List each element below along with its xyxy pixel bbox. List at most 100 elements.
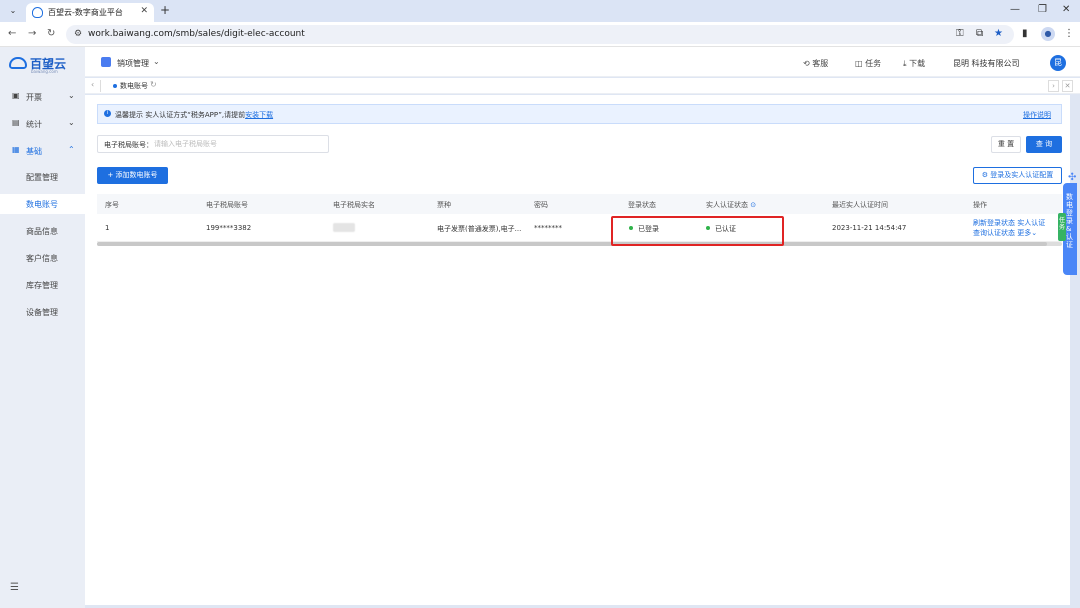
sidebar-group-label: 开票 (26, 93, 42, 102)
sidebar-item-inventory[interactable]: 库存管理 (0, 275, 85, 295)
status-highlight-box (611, 216, 784, 246)
chevron-right-icon[interactable]: › (1048, 80, 1059, 92)
address-bar: ← → ↻ ⚙ work.baiwang.com/smb/sales/digit… (0, 22, 1080, 47)
back-icon[interactable]: ← (8, 28, 16, 39)
avatar[interactable]: 昆 (1050, 55, 1066, 71)
chevron-down-icon[interactable]: ⌄ (153, 57, 160, 66)
notice-text: 温馨提示 实人认证方式“税务APP”,请提前安装下载 (115, 110, 273, 120)
col-realname: 电子税局实名 (333, 201, 375, 209)
sidebar-group-basic[interactable]: ▦ 基础 ⌃ (0, 142, 85, 160)
add-account-button[interactable]: + 添加数电账号 (97, 167, 168, 184)
main-content: i 温馨提示 实人认证方式“税务APP”,请提前安装下载 操作说明 电子税局账号… (85, 95, 1070, 605)
sidebar-item-devices[interactable]: 设备管理 (0, 302, 85, 322)
col-auth-status-label: 实人认证状态 (706, 201, 748, 209)
info-icon: i (104, 110, 111, 117)
sidebar-item-config[interactable]: 配置管理 (0, 167, 85, 187)
bookmark-star-icon[interactable]: ★ (994, 28, 1003, 39)
sidebar-item-digital-account[interactable]: 数电账号 (0, 194, 85, 214)
restore-icon[interactable]: ❐ (1038, 4, 1047, 15)
drag-move-icon[interactable]: ✣ (1068, 172, 1076, 183)
refresh-icon[interactable]: ↻ (150, 80, 157, 89)
reload-icon[interactable]: ↻ (47, 28, 55, 39)
chevron-up-icon: ⌃ (68, 145, 75, 154)
chevron-left-icon[interactable]: ‹ (91, 80, 101, 92)
module-switcher[interactable]: 销项管理 (117, 58, 149, 69)
cell-invoice-type: 电子发票(普通发票),电子... (437, 225, 522, 233)
sidebar-item-label: 数电账号 (26, 200, 58, 209)
notice-banner: i 温馨提示 实人认证方式“税务APP”,请提前安装下载 操作说明 (97, 104, 1062, 124)
new-tab-icon[interactable]: + (158, 4, 172, 18)
forward-icon[interactable]: → (28, 28, 36, 39)
reset-button[interactable]: 重 置 (991, 136, 1021, 153)
tasks-label: 任务 (865, 59, 882, 68)
sidebar: 百望云 baiwang.com ▣ 开票 ⌄ ▤ 统计 ⌄ ▦ 基础 ⌃ 配置管… (0, 47, 85, 608)
col-index: 序号 (105, 201, 119, 209)
cell-index: 1 (105, 224, 110, 232)
url-text[interactable]: work.baiwang.com/smb/sales/digit-elec-ac… (88, 29, 305, 39)
key-icon[interactable]: ⚿ (956, 28, 964, 39)
module-icon (101, 57, 111, 67)
logo-cloud-icon (9, 57, 27, 69)
col-last-auth-time: 最近实人认证时间 (832, 201, 888, 209)
sidebar-item-label: 配置管理 (26, 173, 58, 182)
sidebar-item-customers[interactable]: 客户信息 (0, 248, 85, 268)
more-link[interactable]: 更多⌄ (1017, 229, 1037, 237)
notice-body: 实人认证方式“税务APP”,请提前 (145, 111, 246, 119)
close-all-icon[interactable]: ✕ (1062, 80, 1073, 92)
refresh-login-link[interactable]: 刷新登录状态 (973, 219, 1015, 227)
notice-prefix: 温馨提示 (115, 111, 143, 119)
table-header: 序号 电子税局账号 电子税局实名 票种 密码 登录状态 实人认证状态 ⊙ 最近实… (97, 194, 1062, 214)
chart-icon: ▤ (12, 118, 20, 127)
service-label: 客服 (812, 59, 829, 68)
tab-search-icon[interactable]: ⌄ (6, 4, 20, 18)
company-name[interactable]: 昆明 科技有限公司 (953, 58, 1020, 69)
tab-digital-account[interactable]: 数电账号 (120, 81, 148, 91)
sidebar-item-label: 库存管理 (26, 281, 58, 290)
help-circle-icon[interactable]: ⊙ (750, 201, 756, 209)
tasks-link[interactable]: ◫ 任务 (855, 58, 881, 69)
browser-tab[interactable]: 百望云-数字商业平台 ✕ (26, 3, 154, 22)
download-link[interactable]: ⤓ 下载 (903, 58, 925, 69)
service-link[interactable]: ⟲ 客服 (803, 58, 828, 69)
floating-task-badge[interactable]: 任务 (1058, 213, 1066, 241)
real-auth-link[interactable]: 实人认证 (1017, 219, 1045, 227)
menu-kebab-icon[interactable]: ⋮ (1064, 28, 1074, 39)
horizontal-scrollbar[interactable] (97, 242, 1062, 246)
collapse-menu-icon[interactable]: ☰ (10, 582, 19, 593)
search-label: 电子税局账号： (104, 141, 153, 149)
favicon-icon (32, 7, 43, 18)
profile-icon[interactable]: ● (1041, 27, 1055, 41)
active-tab-dot (113, 84, 117, 88)
table-row: 1 199****3382 电子发票(普通发票),电子... ******** … (97, 214, 1062, 242)
close-icon[interactable]: ✕ (140, 6, 148, 16)
sidebar-item-label: 客户信息 (26, 254, 58, 263)
scrollbar-thumb[interactable] (97, 242, 1047, 246)
sidebar-item-label: 设备管理 (26, 308, 58, 317)
minimize-icon[interactable]: — (1010, 4, 1020, 15)
cell-last-auth-time: 2023-11-21 14:54:47 (832, 224, 907, 232)
help-link[interactable]: 操作说明 (1023, 110, 1051, 120)
query-auth-link[interactable]: 查询认证状态 (973, 229, 1015, 237)
sidebar-group-invoicing[interactable]: ▣ 开票 ⌄ (0, 88, 85, 106)
chevron-down-icon: ⌄ (1031, 229, 1038, 237)
col-login-status: 登录状态 (628, 201, 656, 209)
site-settings-icon[interactable]: ⚙ (74, 29, 82, 39)
sidebar-group-statistics[interactable]: ▤ 统计 ⌄ (0, 115, 85, 133)
account-search-input[interactable] (154, 138, 324, 150)
sidepanel-icon[interactable]: ▮ (1022, 28, 1028, 39)
col-account: 电子税局账号 (206, 201, 248, 209)
tab-title: 百望云-数字商业平台 (48, 8, 123, 17)
col-auth-status: 实人认证状态 ⊙ (706, 200, 756, 210)
window-close-icon[interactable]: ✕ (1062, 4, 1070, 15)
install-download-link[interactable]: 安装下载 (245, 111, 273, 119)
invoice-icon: ▣ (12, 91, 20, 100)
install-app-icon[interactable]: ⧉ (976, 28, 983, 39)
query-button[interactable]: 查 询 (1026, 136, 1062, 153)
floating-task-label: 任务 (1059, 217, 1066, 231)
sidebar-item-products[interactable]: 商品信息 (0, 221, 85, 241)
login-auth-config-button[interactable]: ⚙ 登录及实人认证配置 (973, 167, 1062, 184)
omnibox[interactable]: ⚙ work.baiwang.com/smb/sales/digit-elec-… (66, 25, 1014, 44)
account-search-field: 电子税局账号： (97, 135, 329, 153)
chevron-down-icon: ⌄ (68, 118, 75, 127)
sidebar-group-label: 基础 (26, 147, 42, 156)
